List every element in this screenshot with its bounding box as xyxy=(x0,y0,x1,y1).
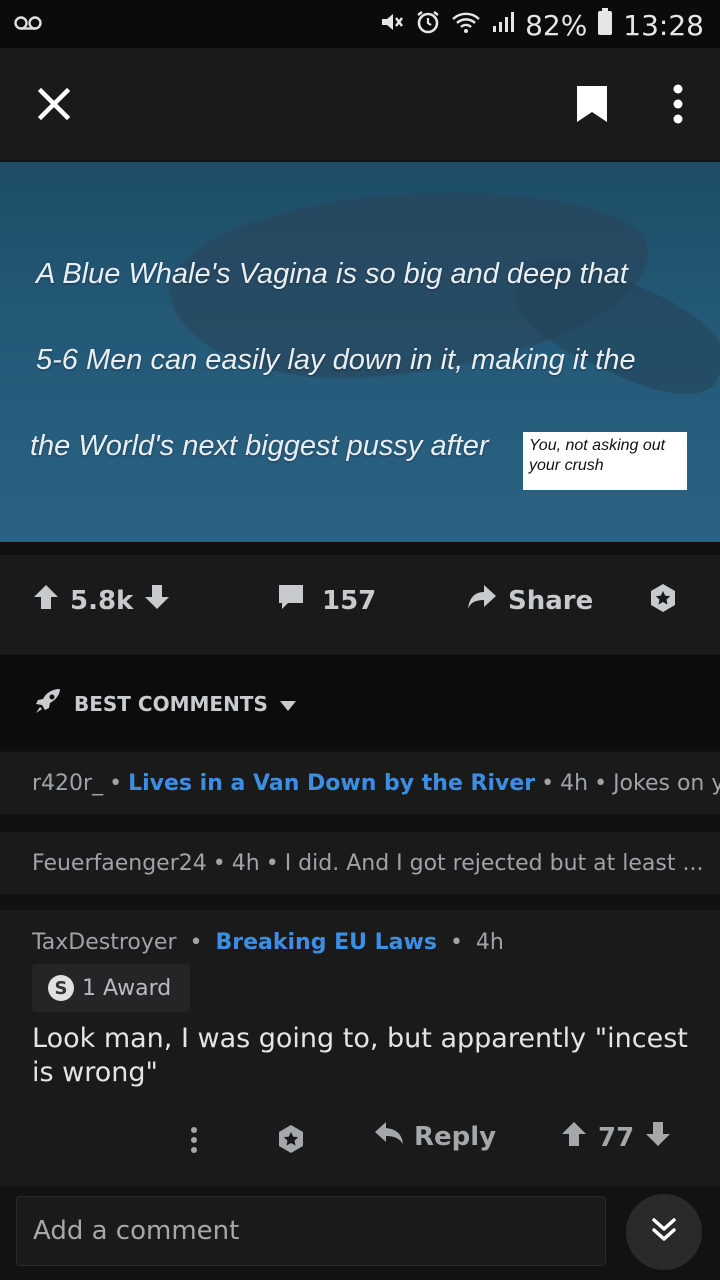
wifi-icon xyxy=(451,10,481,40)
collapsed-comment[interactable]: Feuerfaenger24 • 4h • I did. And I got r… xyxy=(0,832,720,894)
upvote-icon[interactable] xyxy=(32,583,60,618)
chevron-down-icon xyxy=(279,692,296,716)
separator-dot: • xyxy=(594,770,608,796)
post-toolbar xyxy=(0,48,720,160)
double-chevron-down-icon xyxy=(649,1215,679,1249)
meme-caption-box: You, not asking out your crush xyxy=(523,432,687,490)
voicemail-icon xyxy=(14,12,42,37)
comment-icon xyxy=(276,583,306,618)
reply-icon xyxy=(374,1120,404,1153)
share-button[interactable]: Share xyxy=(466,583,593,618)
comment-score: 77 xyxy=(598,1122,635,1153)
post-image[interactable]: A Blue Whale's Vagina is so big and deep… xyxy=(0,162,720,542)
jump-to-next-comment-button[interactable] xyxy=(626,1194,702,1270)
separator-dot: • xyxy=(109,770,123,796)
comment-composer xyxy=(0,1186,720,1280)
separator-dot: • xyxy=(449,930,463,955)
battery-percent: 82% xyxy=(525,8,588,42)
bookmark-icon[interactable] xyxy=(562,76,622,132)
add-comment-input[interactable] xyxy=(16,1196,606,1266)
user-flair: Lives in a Van Down by the River xyxy=(128,770,536,796)
award-post-button[interactable] xyxy=(648,583,678,620)
comment-time: 4h xyxy=(475,930,504,955)
status-bar: 82% 13:28 xyxy=(0,0,720,48)
comment-author[interactable]: r420r_ xyxy=(32,771,103,796)
post-actions-bar: 5.8k 157 Share xyxy=(0,555,720,655)
comment-preview: Jokes on y... xyxy=(613,770,720,796)
separator-dot: • xyxy=(212,850,226,876)
separator-dot: • xyxy=(265,850,279,876)
more-vertical-icon[interactable] xyxy=(190,1126,198,1154)
comment-preview: I did. And I got rejected but at least .… xyxy=(284,850,704,876)
separator-dot: • xyxy=(541,770,555,796)
award-badge[interactable]: S 1 Award xyxy=(32,964,190,1012)
award-icon[interactable] xyxy=(276,1124,306,1154)
award-count: 1 Award xyxy=(82,975,172,1001)
collapsed-comment[interactable]: r420r_ • Lives in a Van Down by the Rive… xyxy=(0,752,720,814)
share-label: Share xyxy=(508,585,594,616)
comment-sort-bar: BEST COMMENTS xyxy=(0,655,720,749)
comment-body: Look man, I was going to, but apparently… xyxy=(32,1023,688,1088)
alarm-icon xyxy=(415,9,441,41)
more-vertical-icon[interactable] xyxy=(650,76,706,132)
reply-button[interactable]: Reply xyxy=(374,1120,496,1153)
comment-count: 157 xyxy=(322,585,377,616)
sort-label: BEST COMMENTS xyxy=(74,691,268,716)
vote-group: 5.8k xyxy=(32,583,171,618)
comment-meta: TaxDestroyer • Breaking EU Laws • 4h xyxy=(32,930,504,955)
sort-dropdown[interactable]: BEST COMMENTS xyxy=(34,687,296,720)
share-icon xyxy=(466,583,498,618)
upvote-icon[interactable] xyxy=(560,1120,588,1155)
close-icon[interactable] xyxy=(26,76,82,132)
rocket-icon xyxy=(34,687,62,720)
meme-text-line-1: A Blue Whale's Vagina is so big and deep… xyxy=(36,258,628,290)
award-icon xyxy=(648,583,678,620)
meme-text-line-3: the World's next biggest pussy after xyxy=(30,430,489,462)
separator-dot: • xyxy=(189,930,203,955)
clock: 13:28 xyxy=(623,8,704,42)
reply-label: Reply xyxy=(414,1121,497,1152)
meme-text-line-2: 5-6 Men can easily lay down in it, makin… xyxy=(36,344,636,376)
comments-button[interactable]: 157 xyxy=(276,583,376,618)
downvote-icon[interactable] xyxy=(143,583,171,618)
comment-author[interactable]: Feuerfaenger24 xyxy=(32,851,207,876)
mute-icon xyxy=(379,10,405,40)
user-flair: Breaking EU Laws xyxy=(215,930,437,955)
comment-time: 4h xyxy=(231,850,260,876)
battery-icon xyxy=(597,8,613,42)
expanded-comment: TaxDestroyer • Breaking EU Laws • 4h S 1… xyxy=(0,910,720,1186)
silver-award-icon: S xyxy=(48,975,74,1001)
comment-author[interactable]: TaxDestroyer xyxy=(32,930,176,955)
signal-icon xyxy=(491,10,515,40)
comment-time: 4h xyxy=(560,770,589,796)
downvote-icon[interactable] xyxy=(644,1120,672,1155)
post-score: 5.8k xyxy=(70,585,134,616)
comment-vote-group: 77 xyxy=(560,1120,672,1155)
comment-actions: Reply 77 xyxy=(0,1116,720,1166)
